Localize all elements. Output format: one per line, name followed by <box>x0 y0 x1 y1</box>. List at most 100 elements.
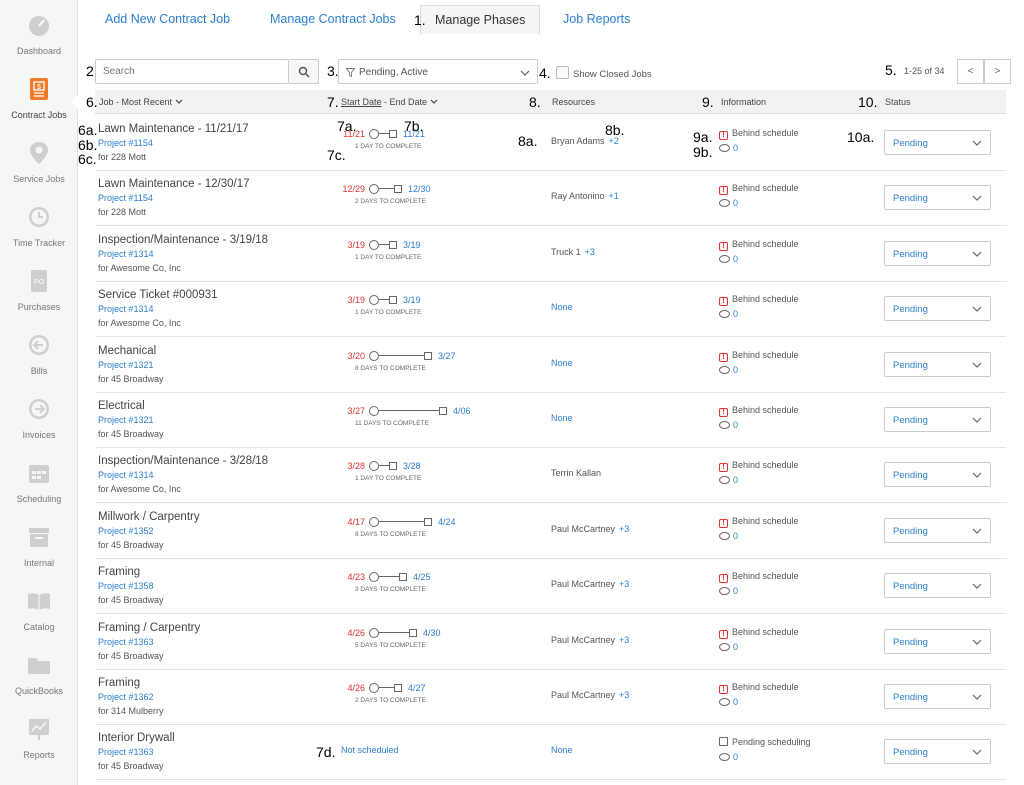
sidebar-item-internal[interactable]: Internal <box>0 518 78 582</box>
resource-none-link[interactable]: None <box>551 358 573 368</box>
job-title[interactable]: Lawn Maintenance - 11/21/17 <box>98 123 249 135</box>
comments-link[interactable]: 0 <box>719 475 738 485</box>
sidebar-item-bills[interactable]: Bills <box>0 326 78 390</box>
comments-link[interactable]: 0 <box>719 752 738 762</box>
tab-job-reports[interactable]: Job Reports <box>563 5 630 34</box>
table-row[interactable]: Electrical Project #1321 for 45 Broadway 3/… <box>95 393 1006 448</box>
table-row[interactable]: Mechanical Project #1321 for 45 Broadway 3/… <box>95 338 1006 393</box>
status-select[interactable]: Pending <box>884 629 991 654</box>
project-link[interactable]: Project #1358 <box>98 581 154 591</box>
column-header-dates[interactable]: Start Date - End Date <box>341 97 438 107</box>
comments-link[interactable]: 0 <box>719 309 738 319</box>
job-title[interactable]: Framing <box>98 566 140 578</box>
sidebar-item-time-tracker[interactable]: Time Tracker <box>0 198 78 262</box>
sidebar-item-dashboard[interactable]: Dashboard <box>0 6 78 70</box>
comments-link[interactable]: 0 <box>719 198 738 208</box>
resource-name: Paul McCartney <box>551 690 616 700</box>
status-select[interactable]: Pending <box>884 296 991 321</box>
resource-none-link[interactable]: None <box>551 745 573 755</box>
job-title[interactable]: Service Ticket #000931 <box>98 289 218 301</box>
project-link[interactable]: Project #1314 <box>98 470 154 480</box>
table-row[interactable]: Framing Project #1358 for 45 Broadway 4/23 4… <box>95 559 1006 614</box>
resources-cell: Terrin Kallan <box>551 468 601 478</box>
table-row[interactable]: Lawn Maintenance - 12/30/17 Project #1154… <box>95 171 1006 226</box>
project-link[interactable]: Project #1363 <box>98 747 154 757</box>
column-header-start-date[interactable]: Start Date <box>341 97 382 107</box>
status-select[interactable]: Pending <box>884 407 991 432</box>
sidebar-item-catalog[interactable]: Catalog <box>0 582 78 646</box>
table-row[interactable]: Framing / Carpentry Project #1363 for 45 B… <box>95 615 1006 670</box>
job-title[interactable]: Inspection/Maintenance - 3/19/18 <box>98 234 268 246</box>
comments-link[interactable]: 0 <box>719 697 738 707</box>
more-resources-link[interactable]: +3 <box>585 247 595 257</box>
project-link[interactable]: Project #1321 <box>98 415 154 425</box>
status-select[interactable]: Pending <box>884 130 991 155</box>
sidebar-item-scheduling[interactable]: Scheduling <box>0 454 78 518</box>
comments-link[interactable]: 0 <box>719 531 738 541</box>
table-row[interactable]: Inspection/Maintenance - 3/19/18 Project … <box>95 227 1006 282</box>
sidebar-item-purchases[interactable]: PO Purchases <box>0 262 78 326</box>
sidebar-item-service-jobs[interactable]: Service Jobs <box>0 134 78 198</box>
comments-link[interactable]: 0 <box>719 143 738 153</box>
status-select[interactable]: Pending <box>884 518 991 543</box>
project-link[interactable]: Project #1314 <box>98 304 154 314</box>
column-header-end-date[interactable]: End Date <box>390 97 428 107</box>
sidebar-item-contract-jobs[interactable]: $ Contract Jobs <box>0 70 79 134</box>
sidebar-item-invoices[interactable]: Invoices <box>0 390 78 454</box>
status-filter-select[interactable]: Pending, Active <box>338 59 538 84</box>
job-title[interactable]: Lawn Maintenance - 12/30/17 <box>98 178 250 190</box>
more-resources-link[interactable]: +3 <box>619 579 629 589</box>
table-row[interactable]: Interior Drywall Project #1363 for 45 Broa… <box>95 725 1006 780</box>
show-closed-checkbox[interactable] <box>556 66 569 79</box>
project-link[interactable]: Project #1154 <box>98 138 153 148</box>
project-link[interactable]: Project #1362 <box>98 692 154 702</box>
more-resources-link[interactable]: +1 <box>609 191 619 201</box>
resource-none-link[interactable]: None <box>551 302 573 312</box>
job-title[interactable]: Mechanical <box>98 345 156 357</box>
tab-manage-phases[interactable]: Manage Phases <box>420 5 541 34</box>
search-input[interactable] <box>95 59 289 84</box>
more-resources-link[interactable]: +3 <box>619 635 629 645</box>
more-resources-link[interactable]: +3 <box>619 524 629 534</box>
table-row[interactable]: Millwork / Carpentry Project #1352 for 45 … <box>95 504 1006 559</box>
annotation-label: 7. <box>327 94 339 110</box>
job-title[interactable]: Framing <box>98 677 140 689</box>
column-header-job[interactable]: Job - Most Recent <box>99 97 183 107</box>
table-row[interactable]: Framing Project #1362 for 314 Mulberry 4/26… <box>95 670 1006 725</box>
table-row[interactable]: Inspection/Maintenance - 3/28/18 Project … <box>95 448 1006 503</box>
status-select[interactable]: Pending <box>884 462 991 487</box>
status-select[interactable]: Pending <box>884 739 991 764</box>
job-title[interactable]: Framing / Carpentry <box>98 622 200 634</box>
project-link[interactable]: Project #1154 <box>98 193 153 203</box>
comments-link[interactable]: 0 <box>719 420 738 430</box>
comments-link[interactable]: 0 <box>719 254 738 264</box>
date-range-bar <box>369 184 402 194</box>
search-button[interactable] <box>289 59 319 84</box>
project-link[interactable]: Project #1321 <box>98 360 154 370</box>
status-select[interactable]: Pending <box>884 241 991 266</box>
comments-link[interactable]: 0 <box>719 642 738 652</box>
tab-manage-contract-jobs[interactable]: Manage Contract Jobs <box>270 5 396 34</box>
tab-add-new-contract-job[interactable]: Add New Contract Job <box>105 5 230 34</box>
more-resources-link[interactable]: +3 <box>619 690 629 700</box>
status-select[interactable]: Pending <box>884 573 991 598</box>
status-select[interactable]: Pending <box>884 185 991 210</box>
sidebar-item-quickbooks[interactable]: QuickBooks <box>0 646 78 710</box>
job-title[interactable]: Interior Drywall <box>98 732 175 744</box>
comments-link[interactable]: 0 <box>719 586 738 596</box>
job-title[interactable]: Millwork / Carpentry <box>98 511 200 523</box>
status-select[interactable]: Pending <box>884 352 991 377</box>
comments-link[interactable]: 0 <box>719 365 738 375</box>
resource-none-link[interactable]: None <box>551 413 573 423</box>
sidebar-item-reports[interactable]: Reports <box>0 710 78 774</box>
project-link[interactable]: Project #1363 <box>98 637 154 647</box>
next-page-button[interactable]: > <box>984 59 1011 84</box>
job-title[interactable]: Inspection/Maintenance - 3/28/18 <box>98 455 268 467</box>
project-link[interactable]: Project #1352 <box>98 526 154 536</box>
table-row[interactable]: Service Ticket #000931 Project #1314 for A… <box>95 282 1006 337</box>
job-title[interactable]: Electrical <box>98 400 145 412</box>
prev-page-button[interactable]: < <box>957 59 984 84</box>
status-select[interactable]: Pending <box>884 684 991 709</box>
project-link[interactable]: Project #1314 <box>98 249 154 259</box>
not-scheduled-link[interactable]: Not scheduled <box>341 745 399 755</box>
